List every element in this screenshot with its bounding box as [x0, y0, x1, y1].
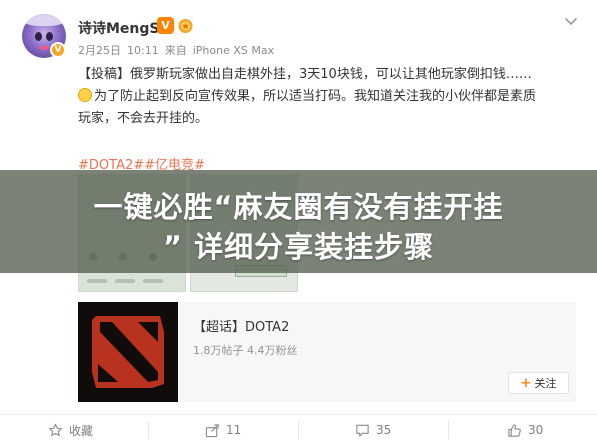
action-separator — [448, 421, 449, 439]
topic-title[interactable]: 【超话】DOTA2 — [193, 316, 289, 335]
like-count: 30 — [528, 423, 544, 437]
share-button[interactable]: 11 — [205, 414, 241, 446]
smile-emoji-icon — [78, 88, 92, 102]
favorite-label: 收藏 — [69, 423, 94, 438]
comment-count: 35 — [376, 423, 392, 437]
medal-icon — [178, 19, 193, 33]
vip-badge: V — [157, 17, 174, 34]
plus-icon: + — [520, 375, 532, 391]
post-date: 2月25日 — [78, 44, 121, 57]
source-prefix: 来自 — [164, 44, 187, 57]
weibo-post-page: V 诗诗MengS V 2月25日 10:11 来自 iPhone XS Max 【投… — [0, 0, 597, 446]
action-separator — [298, 421, 299, 439]
topic-stats: 1.8万帖子 4.4万粉丝 — [193, 344, 298, 357]
comment-button[interactable]: 35 — [355, 414, 391, 446]
thumbs-up-icon — [508, 423, 521, 437]
favorite-button[interactable]: 收藏 — [48, 414, 93, 446]
star-icon — [49, 423, 62, 436]
post-time: 10:11 — [127, 44, 159, 57]
post-meta: 2月25日 10:11 来自 iPhone XS Max — [78, 42, 280, 58]
dota2-logo — [78, 302, 178, 402]
share-count: 11 — [226, 423, 242, 437]
source-device[interactable]: iPhone XS Max — [193, 44, 274, 57]
post-text-line-1: 【投稿】俄罗斯玩家做出自走棋外挂，3天10块钱，可以让其他玩家倒扣钱…… — [78, 67, 532, 82]
post-text-line-2-content: 为了防止起到反向宣传效果，所以适当打码。我知道关注我的小伙伴都是素质 — [94, 89, 537, 104]
comment-icon — [356, 424, 369, 437]
chevron-down-icon[interactable] — [562, 12, 580, 30]
verified-badge-icon: V — [50, 42, 66, 58]
follow-button[interactable]: + 关注 — [508, 372, 569, 394]
post-text-line-3: 玩家，不会去开挂的。 — [78, 111, 209, 126]
like-button[interactable]: 30 — [507, 414, 543, 446]
share-icon — [205, 423, 219, 437]
action-separator — [148, 421, 149, 439]
follow-label: 关注 — [534, 377, 557, 390]
banner-title-line-1: 一键必胜“麻友圈有没有挂开挂 — [93, 190, 504, 224]
username[interactable]: 诗诗MengS — [78, 18, 160, 38]
post-text-line-2: 为了防止起到反向宣传效果，所以适当打码。我知道关注我的小伙伴都是素质 — [78, 86, 536, 108]
banner-title-line-2: ” 详细分享装挂步骤 — [162, 230, 435, 264]
